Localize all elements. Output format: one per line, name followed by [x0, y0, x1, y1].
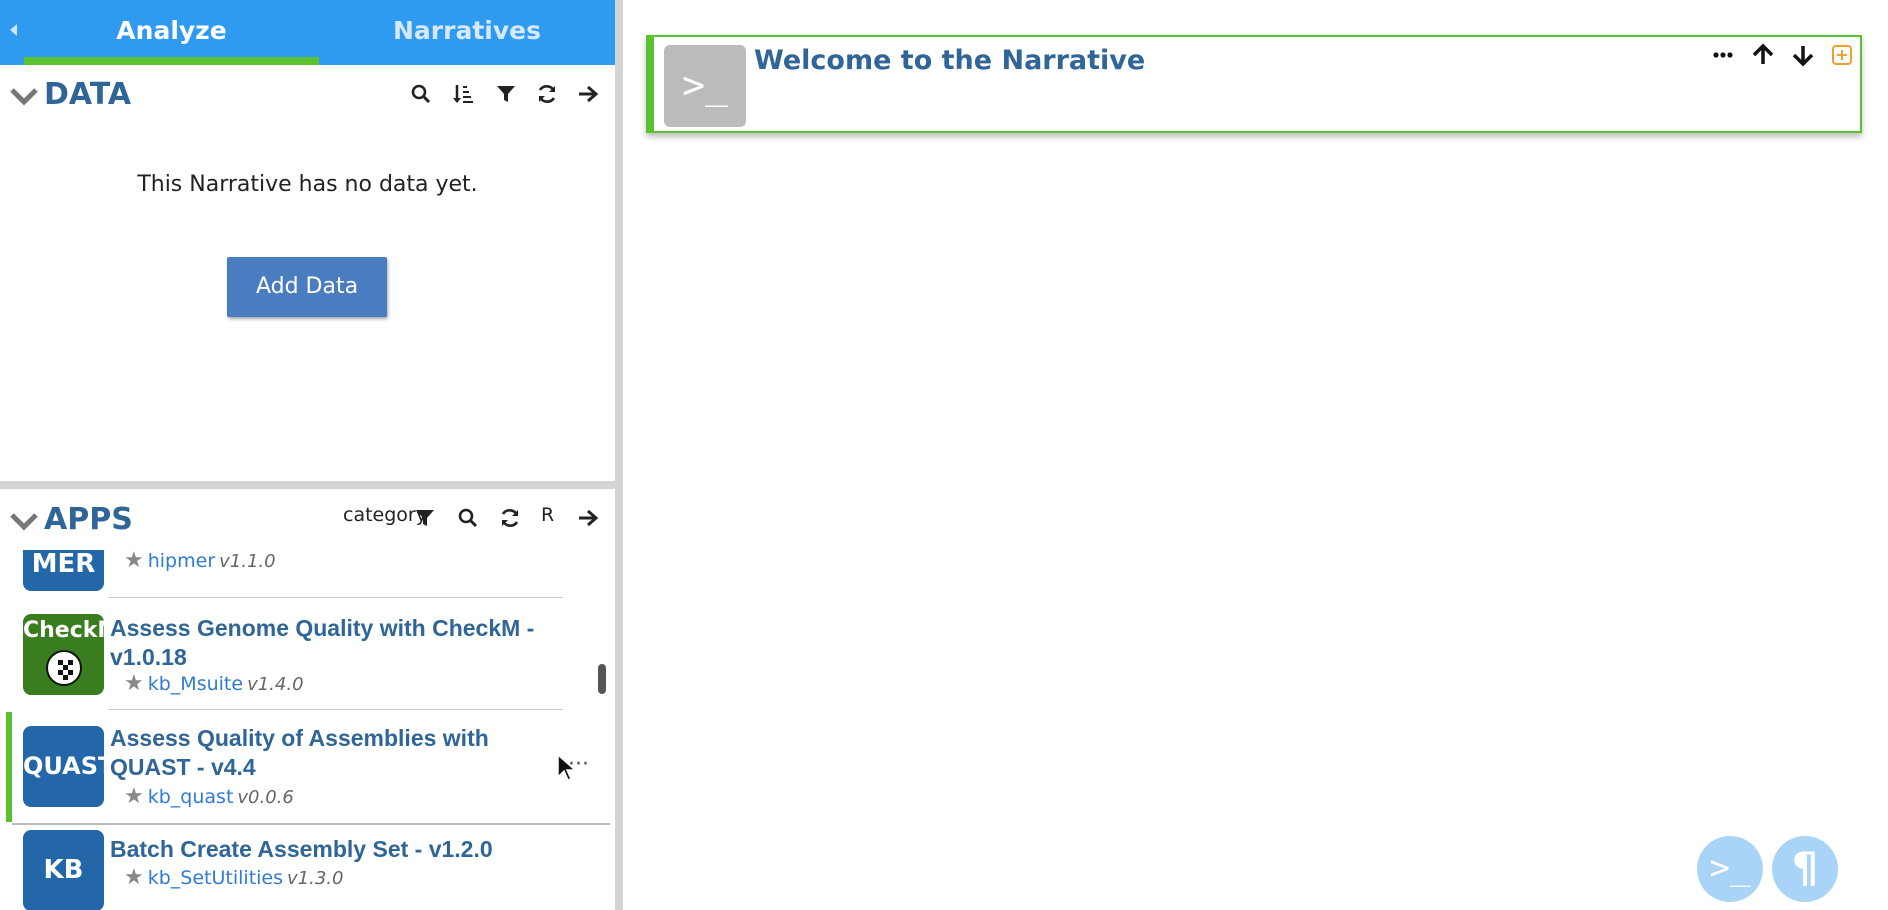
app-module-link[interactable]: kb_SetUtilities [148, 867, 283, 889]
add-markdown-cell-button[interactable]: ¶ [1772, 836, 1838, 902]
list-item-meta-row: ★ kb_Msuite v1.4.0 [0, 671, 615, 701]
move-down-icon[interactable] [1791, 43, 1815, 67]
divider [108, 709, 563, 710]
apps-panel-header: APPS [0, 495, 615, 547]
star-icon[interactable]: ★ [124, 784, 144, 809]
app-name[interactable]: Batch Create Assembly Set - v1.2.0 [110, 835, 570, 864]
app-list-scrollbar[interactable] [598, 664, 606, 694]
narrative-cell[interactable]: >_ Welcome to the Narrative [646, 35, 1862, 133]
tab-narratives[interactable]: Narratives [319, 0, 615, 65]
category-filter-label[interactable]: category [343, 504, 427, 526]
mouse-cursor-icon [554, 753, 584, 783]
app-logo: KB [23, 830, 104, 910]
narrative-area [623, 0, 1888, 910]
search-icon[interactable] [410, 83, 432, 105]
arrow-right-icon[interactable] [577, 83, 599, 105]
app-version: v1.1.0 [219, 551, 276, 572]
apps-panel-title: APPS [44, 502, 133, 537]
list-item[interactable]: QUAST Assess Quality of Assemblies with … [0, 712, 615, 822]
main-splitter[interactable] [615, 0, 623, 910]
app-logo-text: CheckM [23, 618, 120, 643]
chevron-down-icon[interactable] [9, 84, 39, 108]
add-cell-icon[interactable] [1830, 43, 1854, 67]
filter-icon[interactable] [495, 83, 517, 105]
app-module-link[interactable]: hipmer [148, 550, 215, 572]
collapse-panel-icon[interactable] [6, 22, 22, 38]
add-code-cell-button[interactable]: >_ [1697, 836, 1763, 902]
app-meta: ★ kb_Msuite v1.4.0 [124, 671, 304, 696]
sort-icon[interactable] [452, 83, 474, 105]
data-panel-title: DATA [44, 77, 132, 112]
r-toggle[interactable]: R [541, 504, 554, 526]
app-version: v0.0.6 [237, 787, 294, 808]
empty-data-message: This Narrative has no data yet. [137, 172, 478, 197]
app-module-link[interactable]: kb_Msuite [148, 673, 243, 695]
search-icon[interactable] [457, 507, 479, 529]
divider [108, 597, 563, 598]
app-version: v1.3.0 [287, 868, 344, 889]
cell-title: Welcome to the Narrative [754, 45, 1146, 76]
app-meta: ★ hipmer v1.1.0 [124, 550, 276, 573]
move-up-icon[interactable] [1751, 43, 1775, 67]
app-logo: MER [23, 550, 104, 591]
app-name[interactable]: Assess Genome Quality with CheckM - v1.0… [110, 614, 570, 672]
star-icon[interactable]: ★ [124, 671, 144, 696]
app-meta: ★ kb_quast v0.0.6 [124, 784, 294, 809]
refresh-icon[interactable] [536, 83, 558, 105]
add-data-button[interactable]: Add Data [227, 257, 387, 317]
chevron-down-icon[interactable] [9, 509, 39, 533]
tab-bar: Analyze Narratives [0, 0, 615, 65]
list-item[interactable]: KB Batch Create Assembly Set - v1.2.0 ★ k… [0, 830, 615, 910]
app-name[interactable]: Assess Quality of Assemblies with QUAST … [110, 724, 570, 782]
active-tab-indicator [24, 57, 319, 65]
refresh-icon[interactable] [499, 507, 521, 529]
app-module-link[interactable]: kb_quast [148, 786, 234, 808]
terminal-icon: >_ [664, 45, 746, 127]
app-list: MER ★ hipmer v1.1.0 CheckM Assess Genome Q… [0, 550, 615, 910]
tab-analyze[interactable]: Analyze [24, 0, 319, 65]
star-icon[interactable]: ★ [124, 550, 144, 573]
list-item[interactable]: MER ★ hipmer v1.1.0 [0, 550, 615, 598]
app-meta: ★ kb_SetUtilities v1.3.0 [124, 865, 343, 890]
app-version: v1.4.0 [247, 674, 304, 695]
data-panel-header: DATA [0, 70, 615, 122]
star-icon[interactable]: ★ [124, 865, 144, 890]
active-indicator [6, 712, 12, 822]
divider [12, 823, 610, 825]
side-panel: Analyze Narratives DATA This Narrative h… [0, 0, 615, 910]
panel-splitter[interactable] [0, 481, 615, 489]
arrow-right-icon[interactable] [577, 507, 599, 529]
app-logo: QUAST [23, 726, 114, 807]
more-options-icon[interactable] [1711, 43, 1735, 67]
